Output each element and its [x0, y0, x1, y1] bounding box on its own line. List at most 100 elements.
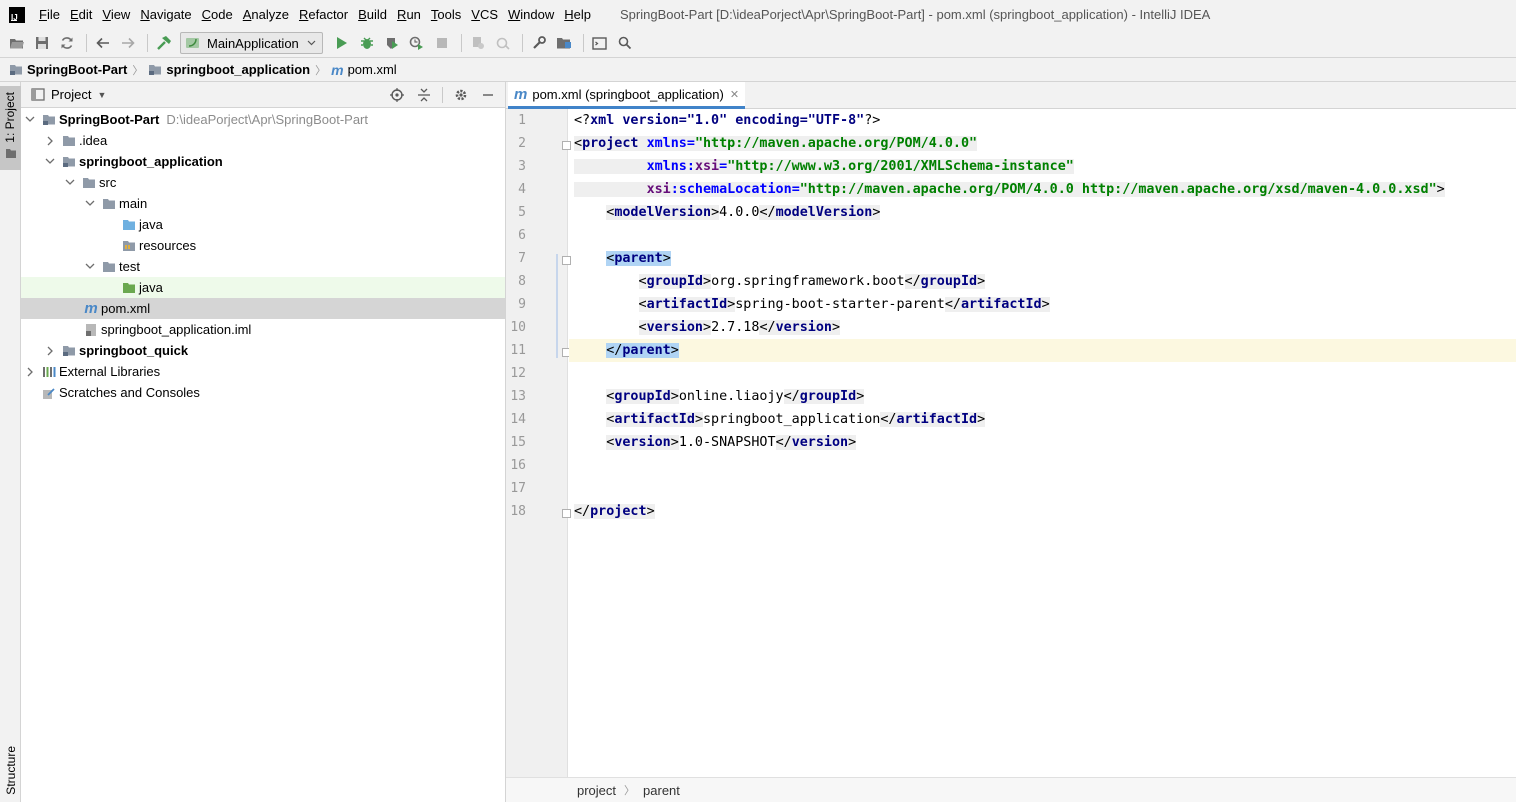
open-folder-icon[interactable]	[6, 32, 28, 54]
chevron-down-icon[interactable]	[84, 198, 96, 210]
project-panel: Project ▼ SpringBoot-Part D:\ideaPorject…	[21, 82, 506, 802]
tree-item-label: main	[119, 196, 148, 211]
tree-item-test-java[interactable]: java	[21, 277, 505, 298]
tree-item-springboot-quick[interactable]: springboot_quick	[21, 340, 505, 361]
line-number: 14	[510, 412, 526, 427]
tree-item-main[interactable]: main	[21, 193, 505, 214]
forward-arrow-icon[interactable]	[117, 32, 139, 54]
project-structure-icon[interactable]	[553, 32, 575, 54]
menu-navigate[interactable]: Navigate	[140, 7, 191, 22]
chevron-down-icon[interactable]	[84, 261, 96, 273]
run-with-coverage-icon[interactable]	[381, 32, 403, 54]
menu-analyze[interactable]: Analyze	[243, 7, 289, 22]
toolbar-separator	[86, 34, 87, 52]
menu-vcs[interactable]: VCS	[471, 7, 498, 22]
chevron-down-icon	[307, 40, 316, 46]
menu-tools[interactable]: Tools	[431, 7, 461, 22]
code-line: xsi:schemaLocation="http://maven.apache.…	[569, 178, 1516, 201]
code-line: xmlns:xsi="http://www.w3.org/2001/XMLSch…	[569, 155, 1516, 178]
folder-icon	[6, 149, 16, 158]
toolbar-separator	[521, 34, 523, 52]
breadcrumb-item-file[interactable]: m pom.xml	[331, 62, 397, 78]
profile-icon[interactable]	[406, 32, 428, 54]
tree-item-scratches[interactable]: Scratches and Consoles	[21, 382, 505, 403]
coverage-tools-icon[interactable]	[492, 32, 514, 54]
line-number: 4	[518, 182, 526, 197]
synchronize-icon[interactable]	[56, 32, 78, 54]
run-icon[interactable]	[331, 32, 353, 54]
tree-item-test[interactable]: test	[21, 256, 505, 277]
build-hammer-icon[interactable]	[153, 32, 175, 54]
chevron-right-icon[interactable]	[44, 345, 56, 357]
debug-icon[interactable]	[356, 32, 378, 54]
chevron-down-icon[interactable]	[44, 156, 56, 168]
close-icon[interactable]: ✕	[730, 88, 739, 101]
stop-icon[interactable]	[431, 32, 453, 54]
collapse-all-icon[interactable]	[415, 86, 433, 104]
breadcrumb-item-module[interactable]: springboot_application	[148, 62, 310, 77]
menu-view[interactable]: View	[102, 7, 130, 22]
tree-item-pom-xml[interactable]: m pom.xml	[21, 298, 505, 319]
gear-icon[interactable]	[452, 86, 470, 104]
menu-refactor[interactable]: Refactor	[299, 7, 348, 22]
editor-breadcrumb-parent[interactable]: parent	[643, 783, 680, 798]
chevron-down-icon[interactable]	[64, 177, 76, 189]
tree-item-label: springboot_application.iml	[101, 322, 252, 337]
tree-item-label: resources	[139, 238, 197, 253]
menu-edit[interactable]: Edit	[70, 7, 92, 22]
module-folder-icon	[149, 65, 162, 75]
line-number: 18	[510, 504, 526, 519]
tree-item-src[interactable]: src	[21, 172, 505, 193]
library-icon	[42, 365, 56, 379]
minimize-icon[interactable]	[479, 86, 497, 104]
run-configuration-select[interactable]: MainApplication	[180, 32, 323, 54]
code-line: <artifactId>spring-boot-starter-parent</…	[638, 297, 1050, 312]
chevron-down-icon[interactable]	[24, 114, 36, 126]
code-editor[interactable]: <?xml version="1.0" encoding="UTF-8"?> <…	[569, 109, 1516, 777]
chevron-right-icon[interactable]	[24, 366, 36, 378]
code-line: <?xml version="1.0" encoding="UTF-8"?>	[574, 113, 881, 128]
toolbar-separator	[147, 34, 148, 52]
project-view-icon	[31, 88, 45, 101]
tree-item-springboot-application[interactable]: springboot_application	[21, 151, 505, 172]
chevron-right-icon[interactable]	[44, 135, 56, 147]
vcs-change-marker	[556, 254, 558, 358]
code-line: <version>2.7.18</version>	[638, 320, 841, 335]
back-arrow-icon[interactable]	[92, 32, 114, 54]
chevron-down-icon[interactable]: ▼	[97, 90, 106, 100]
tab-pom-xml[interactable]: m pom.xml (springboot_application) ✕	[508, 82, 746, 109]
tree-item-main-java[interactable]: java	[21, 214, 505, 235]
folder-icon	[82, 176, 96, 190]
code-line-current: </parent>	[569, 339, 1516, 362]
structure-tab[interactable]: Structure	[4, 746, 18, 795]
line-number: 5	[518, 205, 526, 220]
line-number: 15	[510, 435, 526, 450]
search-icon[interactable]	[614, 32, 636, 54]
tree-item-resources[interactable]: resources	[21, 235, 505, 256]
menu-file[interactable]: File	[39, 7, 60, 22]
menu-help[interactable]: Help	[564, 7, 591, 22]
module-folder-icon	[10, 65, 22, 75]
settings-wrench-icon[interactable]	[528, 32, 550, 54]
tree-item-iml[interactable]: springboot_application.iml	[21, 319, 505, 340]
menu-build[interactable]: Build	[358, 7, 387, 22]
menu-window[interactable]: Window	[508, 7, 554, 22]
menu-run[interactable]: Run	[397, 7, 421, 22]
locate-target-icon[interactable]	[388, 86, 406, 104]
tree-item-external-libraries[interactable]: External Libraries	[21, 361, 505, 382]
editor-breadcrumb-project[interactable]: project	[577, 783, 616, 798]
project-panel-header: Project ▼	[21, 82, 505, 108]
menu-code[interactable]: Code	[202, 7, 233, 22]
project-tool-window-tab[interactable]: 1: Project	[0, 86, 21, 170]
maven-file-icon: m	[331, 61, 344, 78]
line-number: 10	[510, 320, 526, 335]
intellij-logo-icon: IJ	[9, 6, 25, 23]
breadcrumb-item-project[interactable]: SpringBoot-Part	[9, 62, 127, 77]
tree-item-label: pom.xml	[101, 301, 151, 316]
tree-item-springboot-part[interactable]: SpringBoot-Part D:\ideaPorject\Apr\Sprin…	[21, 109, 505, 130]
terminal-window-icon[interactable]	[589, 32, 611, 54]
save-all-icon[interactable]	[31, 32, 53, 54]
project-panel-title[interactable]: Project	[51, 87, 91, 102]
attach-debugger-icon[interactable]	[467, 32, 489, 54]
tree-item-idea[interactable]: .idea	[21, 130, 505, 151]
